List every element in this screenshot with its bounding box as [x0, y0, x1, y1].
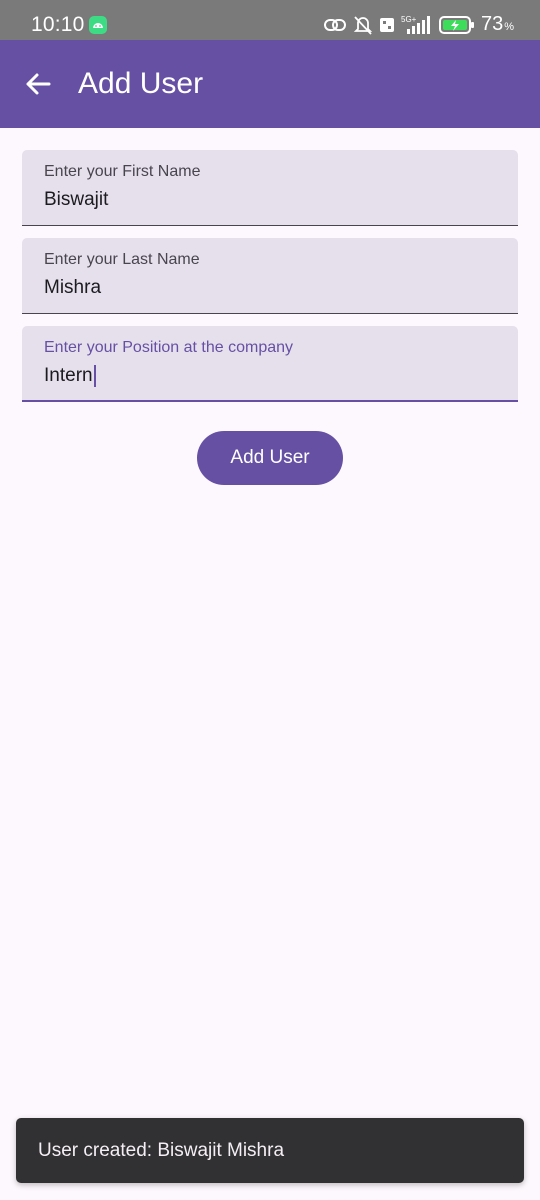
link-icon	[323, 19, 346, 31]
first-name-label: Enter your First Name	[44, 163, 201, 180]
position-label: Enter your Position at the company	[44, 339, 294, 356]
position-input[interactable]: Intern	[44, 363, 93, 389]
bell-off-icon	[353, 16, 373, 35]
volte-icon	[379, 18, 394, 32]
last-name-input[interactable]: Mishra	[44, 275, 101, 301]
signal-icon: 5G+	[401, 15, 430, 34]
page-title: Add User	[78, 67, 204, 100]
status-icons: 5G+ 73%	[323, 11, 514, 39]
status-time: 10:10	[31, 13, 85, 36]
last-name-label: Enter your Last Name	[44, 251, 200, 268]
position-input-wrapper[interactable]: Intern	[44, 363, 96, 389]
android-icon	[89, 16, 107, 34]
snackbar-message: User created: Biswajit Mishra	[38, 1140, 285, 1161]
arrow-back-icon	[26, 73, 51, 95]
app-bar: Add User	[0, 40, 540, 128]
first-name-input[interactable]: Biswajit	[44, 187, 108, 213]
back-button[interactable]	[16, 62, 60, 106]
text-cursor	[93, 365, 96, 387]
position-field[interactable]: Enter your Position at the company Inter…	[22, 326, 518, 402]
add-user-button[interactable]: Add User	[197, 431, 343, 485]
battery-charging-icon	[438, 16, 474, 34]
snackbar: User created: Biswajit Mishra	[16, 1118, 524, 1183]
battery-percent: 73%	[480, 12, 514, 35]
network-label: 5G+	[401, 15, 417, 24]
first-name-field[interactable]: Enter your First Name Biswajit	[22, 150, 518, 226]
status-bar: 10:10 5G+ 73%	[0, 0, 540, 40]
last-name-field[interactable]: Enter your Last Name Mishra	[22, 238, 518, 314]
